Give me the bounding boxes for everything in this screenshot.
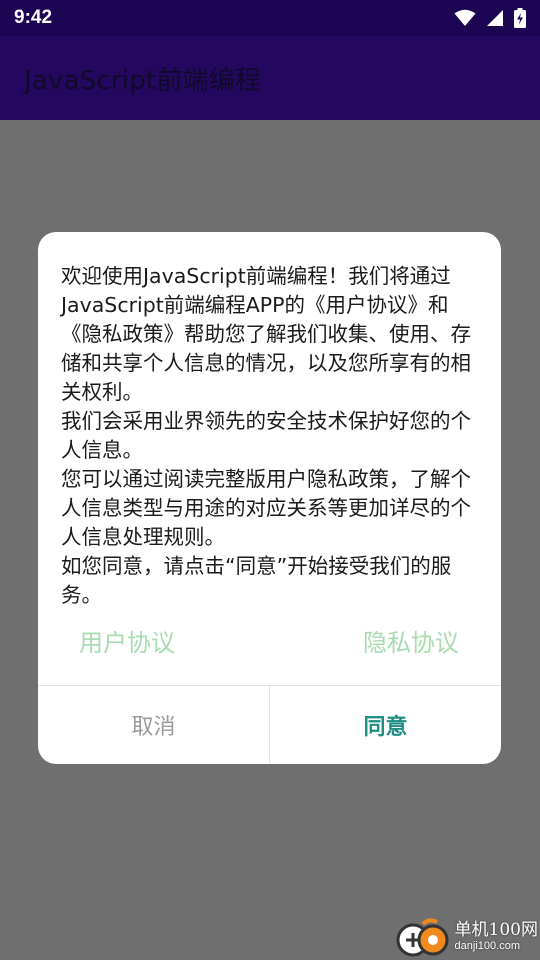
privacy-agreement-link[interactable]: 隐私协议 xyxy=(363,620,459,666)
status-bar: 9:42 xyxy=(0,0,540,36)
watermark-text: 单机100网 danji100.com xyxy=(455,922,538,952)
watermark-logo-icon xyxy=(393,916,451,958)
user-agreement-link[interactable]: 用户协议 xyxy=(79,620,175,666)
agreement-links: 用户协议 隐私协议 xyxy=(38,620,501,666)
app-title: JavaScript前端编程 xyxy=(24,65,262,96)
dialog-paragraph-security: 我们会采用业界领先的安全技术保护好您的个人信息。 xyxy=(61,409,471,462)
watermark-en: danji100.com xyxy=(454,940,520,952)
watermark: 单机100网 danji100.com xyxy=(393,916,538,958)
dialog-paragraph-consent: 如您同意，请点击“同意”开始接受我们的服务。 xyxy=(61,554,452,607)
status-icons xyxy=(454,8,526,28)
watermark-cn: 单机100网 xyxy=(454,920,538,940)
status-time: 9:42 xyxy=(14,7,53,28)
privacy-consent-dialog: 欢迎使用JavaScript前端编程！我们将通过JavaScript前端编程AP… xyxy=(38,232,501,764)
dialog-message: 欢迎使用JavaScript前端编程！我们将通过JavaScript前端编程AP… xyxy=(61,262,481,610)
dialog-paragraph-policy: 您可以通过阅读完整版用户隐私政策，了解个人信息类型与用途的对应关系等更加详尽的个… xyxy=(61,467,471,549)
agree-button[interactable]: 同意 xyxy=(270,686,501,764)
battery-charging-icon xyxy=(514,8,526,28)
wifi-icon xyxy=(454,9,476,27)
app-bar: JavaScript前端编程 xyxy=(0,36,540,120)
cancel-button[interactable]: 取消 xyxy=(38,686,269,764)
dialog-paragraph-intro: 欢迎使用JavaScript前端编程！我们将通过JavaScript前端编程AP… xyxy=(61,264,471,404)
cell-signal-icon xyxy=(486,9,504,27)
